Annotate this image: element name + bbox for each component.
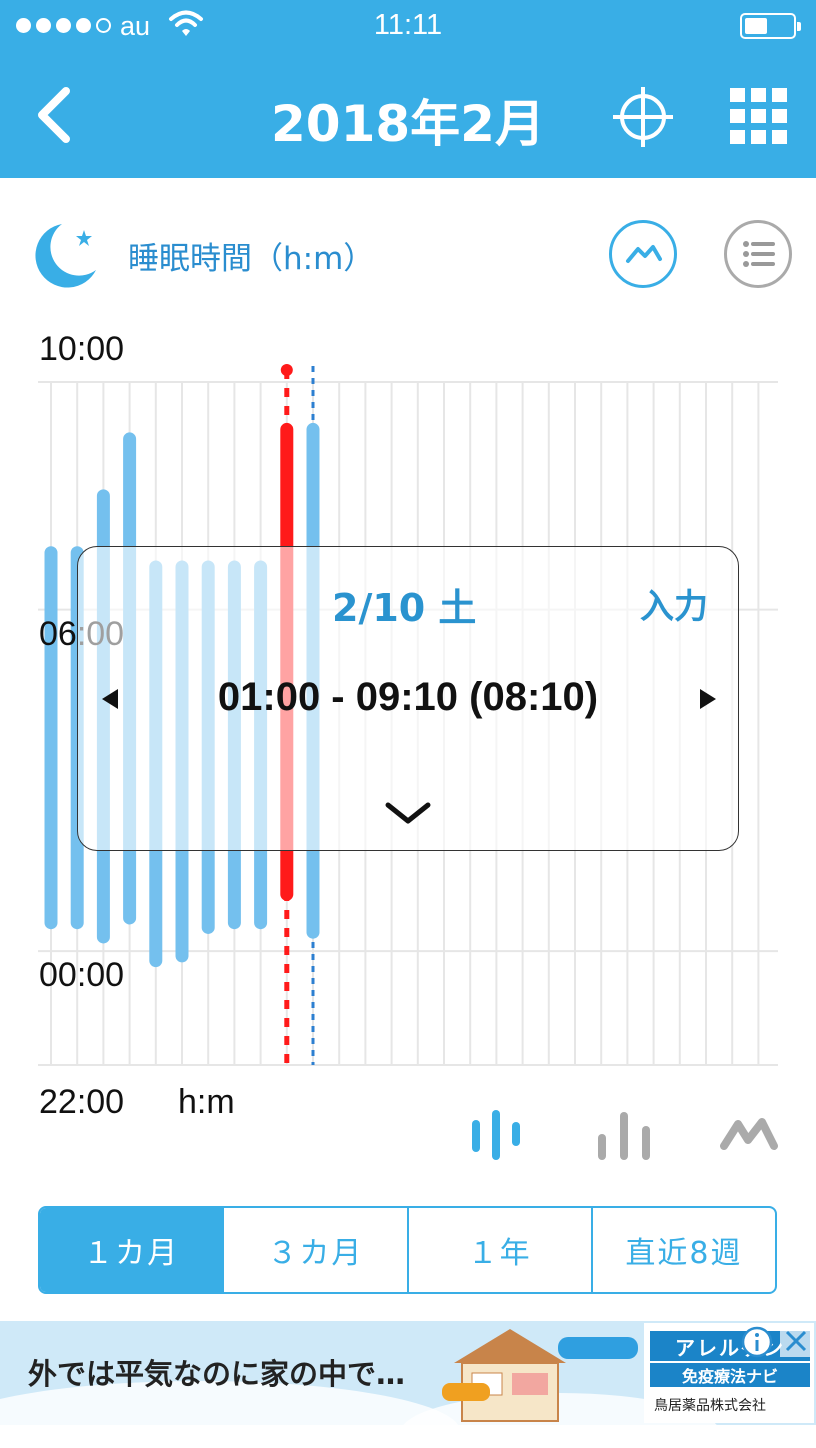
page-title: 2018年2月: [271, 95, 545, 153]
ad-banner[interactable]: 外では平気なのに家の中で… アレルゲン 免疫療法ナビ 鳥居薬品株式会社: [0, 1321, 816, 1425]
status-bar: au 11:11: [0, 0, 816, 52]
period-selector: １カ月 ３カ月 １年 直近8週: [38, 1206, 777, 1294]
ad-logo-subtitle: 免疫療法ナビ: [650, 1363, 810, 1387]
info-icon[interactable]: [740, 1325, 774, 1359]
house-illustration-icon: [442, 1329, 638, 1422]
moon-star-icon: [35, 224, 96, 288]
section-title: 睡眠時間（h:m）: [128, 241, 375, 277]
tab-3-months[interactable]: ３カ月: [222, 1208, 406, 1292]
list-view-button[interactable]: [724, 220, 792, 288]
battery-icon: [740, 13, 801, 39]
selected-marker-dot: [280, 364, 293, 376]
line-chart-icon[interactable]: [718, 1112, 780, 1158]
grid-icon[interactable]: [730, 88, 788, 144]
tab-1-year[interactable]: １年: [406, 1208, 591, 1292]
y-tick-label: 10:00: [39, 330, 125, 368]
status-time: 11:11: [373, 9, 443, 41]
tab-1-month[interactable]: １カ月: [40, 1208, 223, 1292]
header-bar: au 11:11 2018年2月: [0, 0, 816, 178]
input-button[interactable]: 入力: [640, 579, 708, 628]
ad-company: 鳥居薬品株式会社: [654, 1398, 766, 1414]
close-icon[interactable]: [780, 1325, 812, 1357]
crosshair-icon[interactable]: [612, 86, 674, 148]
popup-date: 2/10 土: [332, 586, 477, 630]
y-tick-label: 00:00: [39, 956, 125, 994]
chevron-down-icon[interactable]: [384, 799, 432, 827]
ad-headline: 外では平気なのに家の中で…: [28, 1357, 406, 1391]
y-tick-label: 22:00: [39, 1083, 125, 1121]
column-bar-icon[interactable]: [594, 1108, 654, 1164]
y-unit-label: h:m: [178, 1083, 235, 1121]
list-icon: [743, 241, 775, 267]
floating-bar-icon[interactable]: [466, 1108, 526, 1164]
line-graph-view-button[interactable]: [609, 220, 677, 288]
back-button[interactable]: [30, 85, 80, 145]
tab-last-8-weeks[interactable]: 直近8週: [590, 1208, 775, 1292]
sleep-range: 01:00 - 09:10 (08:10): [217, 675, 599, 719]
line-graph-icon: [626, 245, 662, 263]
sleep-detail-popup[interactable]: 2/10 土 入力 01:00 - 09:10 (08:10): [77, 546, 739, 851]
triangle-right-icon[interactable]: [698, 687, 718, 711]
